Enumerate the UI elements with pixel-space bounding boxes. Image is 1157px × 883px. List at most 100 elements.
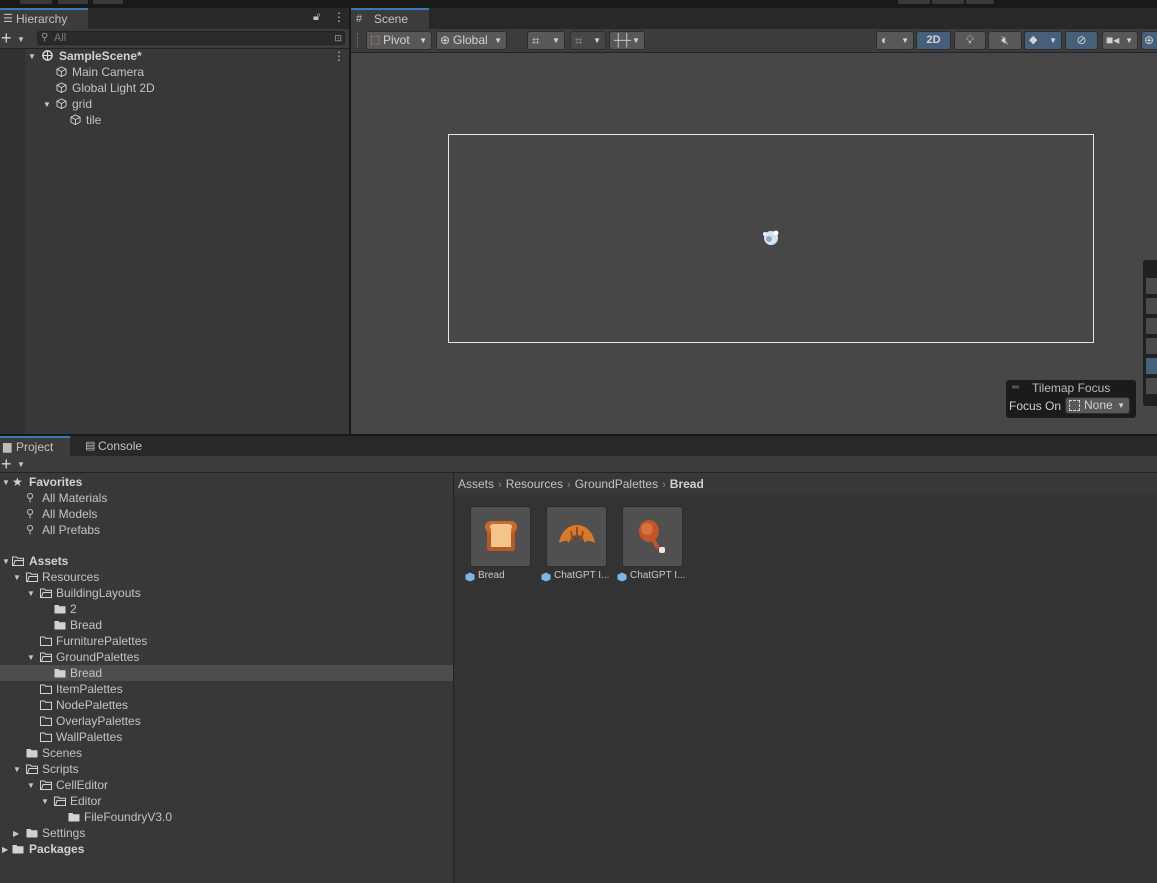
toolbar-button[interactable]	[93, 0, 123, 4]
folder-open-icon	[12, 556, 24, 566]
chevron-down-icon[interactable]: ▼	[17, 35, 25, 44]
tab-scene[interactable]: # Scene	[351, 8, 429, 29]
tree-item-ground-palettes[interactable]: ▼ GroundPalettes	[0, 649, 453, 665]
hierarchy-item-grid[interactable]: ▼ grid	[0, 96, 349, 112]
tree-item-assets[interactable]: ▼ Assets	[0, 553, 453, 569]
overlay-tool-button[interactable]	[1146, 318, 1157, 335]
focus-on-dropdown[interactable]: None ▼	[1065, 397, 1130, 414]
tree-item-cell-editor[interactable]: ▼ CellEditor	[0, 777, 453, 793]
pivot-dropdown[interactable]: ⬚ Pivot ▼	[366, 31, 432, 50]
asset-name: ChatGPT I...	[630, 570, 686, 581]
tree-item-item-palettes[interactable]: ItemPalettes	[0, 681, 453, 697]
tree-item-overlay-palettes[interactable]: OverlayPalettes	[0, 713, 453, 729]
audio-toggle-button[interactable]: 🔇︎	[988, 31, 1022, 50]
tree-item-filefoundry[interactable]: FileFoundryV3.0	[0, 809, 453, 825]
grid-snap-button[interactable]: ⌗ ▼	[527, 31, 565, 50]
chevron-down-icon[interactable]: ▼	[27, 586, 35, 602]
global-dropdown[interactable]: ⊕ Global ▼	[436, 31, 507, 50]
toolbar-button[interactable]	[966, 0, 994, 4]
tab-console[interactable]: ▤ Console	[82, 436, 154, 456]
lightbulb-icon: 💡︎	[965, 33, 975, 47]
effects-dropdown[interactable]: ◆ ▼	[1024, 31, 1062, 50]
tree-item-building-layouts[interactable]: ▼ BuildingLayouts	[0, 585, 453, 601]
chevron-right-icon[interactable]: ▶	[2, 842, 8, 858]
hierarchy-item-tile[interactable]: tile	[0, 112, 349, 128]
toolbar-button[interactable]	[932, 0, 964, 4]
chevron-down-icon[interactable]: ▼	[27, 778, 35, 794]
hidden-objects-toggle[interactable]: ⊘	[1065, 31, 1098, 50]
tab-project[interactable]: ▆ Project	[0, 436, 70, 456]
tree-item-favorites[interactable]: ▼ ★ Favorites	[0, 474, 453, 490]
more-options-icon[interactable]: ⋮	[333, 10, 345, 24]
overlay-tool-button[interactable]	[1146, 298, 1157, 315]
create-asset-button[interactable]: +	[1, 455, 12, 473]
increment-snap-button[interactable]: ⌗ ▼	[570, 31, 606, 50]
folder-open-icon	[54, 796, 66, 806]
lighting-toggle-button[interactable]: 💡︎	[954, 31, 986, 50]
breadcrumb-assets[interactable]: Assets	[458, 477, 494, 491]
toolbar-button[interactable]	[898, 0, 930, 4]
gizmos-toggle[interactable]: ⊕	[1141, 31, 1157, 50]
breadcrumb-resources[interactable]: Resources	[506, 477, 563, 491]
hierarchy-item-global-light[interactable]: Global Light 2D	[0, 80, 349, 96]
folder-open-icon	[40, 652, 52, 662]
tab-hierarchy[interactable]: ☰ Hierarchy	[0, 8, 88, 29]
chevron-right-icon[interactable]: ▶	[13, 826, 19, 842]
chevron-down-icon[interactable]: ▼	[2, 475, 10, 491]
breadcrumb-current-bread[interactable]: Bread	[670, 477, 704, 491]
tree-item-scripts[interactable]: ▼ Scripts	[0, 761, 453, 777]
breadcrumb-ground-palettes[interactable]: GroundPalettes	[575, 477, 658, 491]
tree-item-all-prefabs[interactable]: ⚲ All Prefabs	[0, 522, 453, 538]
chevron-down-icon[interactable]: ▼	[2, 554, 10, 570]
hierarchy-item-scene[interactable]: ▼ SampleScene* ⋮	[0, 48, 349, 64]
tree-item-all-models[interactable]: ⚲ All Models	[0, 506, 453, 522]
add-object-button[interactable]: +	[1, 29, 12, 47]
overlay-tool-button-active[interactable]	[1146, 358, 1157, 375]
folder-icon	[26, 749, 38, 758]
chevron-down-icon[interactable]: ▼	[41, 794, 49, 810]
toolbar-button[interactable]	[58, 0, 88, 4]
search-icon: ⚲	[26, 508, 35, 520]
pivot-icon: ⬚	[370, 34, 381, 46]
chevron-down-icon[interactable]: ▼	[13, 762, 21, 778]
tree-item-editor[interactable]: ▼ Editor	[0, 793, 453, 809]
lock-icon[interactable]: 🔓︎	[313, 11, 320, 24]
unity-scene-icon	[42, 50, 53, 61]
2d-toggle-button[interactable]: 2D	[916, 31, 951, 50]
tree-item-node-palettes[interactable]: NodePalettes	[0, 697, 453, 713]
tree-item-scenes[interactable]: Scenes	[0, 745, 453, 761]
tree-item-all-materials[interactable]: ⚲ All Materials	[0, 490, 453, 506]
overlay-tool-button[interactable]	[1146, 378, 1157, 395]
chevron-down-icon[interactable]: ▼	[17, 460, 25, 469]
drag-handle-icon[interactable]: ═	[1012, 382, 1019, 393]
tree-item-building-bread[interactable]: Bread	[0, 617, 453, 633]
light-gizmo-icon[interactable]	[761, 228, 782, 247]
tree-item-settings[interactable]: ▶ Settings	[0, 825, 453, 841]
global-label: Global	[453, 33, 488, 47]
hierarchy-item-main-camera[interactable]: Main Camera	[0, 64, 349, 80]
hierarchy-search-input[interactable]: ⚲ All ⊡	[37, 31, 345, 45]
tree-item-ground-bread-selected[interactable]: Bread	[0, 665, 453, 681]
chevron-down-icon[interactable]: ▼	[43, 97, 51, 113]
asset-thumbnail	[622, 506, 683, 567]
tree-item-packages[interactable]: ▶ Packages	[0, 841, 453, 857]
overlay-tool-button[interactable]	[1146, 338, 1157, 355]
more-options-icon[interactable]: ⋮	[333, 48, 345, 64]
tree-item-label: GroundPalettes	[56, 650, 140, 664]
search-options-icon[interactable]: ⊡	[334, 32, 342, 44]
toolbar-button[interactable]	[20, 0, 52, 4]
chevron-down-icon[interactable]: ▼	[13, 570, 21, 586]
tree-item-furniture-palettes[interactable]: FurniturePalettes	[0, 633, 453, 649]
overlay-tool-button[interactable]	[1146, 278, 1157, 295]
tree-item-label: All Materials	[42, 491, 108, 505]
tree-item-resources[interactable]: ▼ Resources	[0, 569, 453, 585]
chevron-down-icon[interactable]: ▼	[27, 650, 35, 666]
chevron-down-icon[interactable]: ▼	[28, 49, 36, 65]
tree-item-folder-2[interactable]: 2	[0, 601, 453, 617]
draw-mode-dropdown[interactable]: ◐ ▼	[876, 31, 914, 50]
tree-item-label: Settings	[42, 826, 86, 840]
tree-item-wall-palettes[interactable]: WallPalettes	[0, 729, 453, 745]
ruler-button[interactable]: ┼┼ ▼	[609, 31, 645, 50]
tree-item-label: WallPalettes	[56, 730, 123, 744]
camera-dropdown[interactable]: ■◂ ▼	[1102, 31, 1138, 50]
